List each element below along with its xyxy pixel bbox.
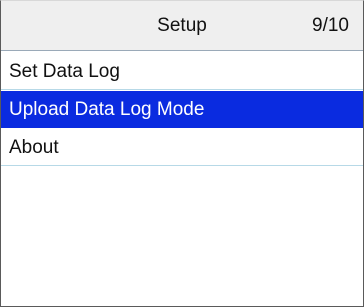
header-bar: Setup 9/10 bbox=[1, 1, 363, 51]
page-title: Setup bbox=[157, 15, 207, 36]
page-indicator: 9/10 bbox=[312, 15, 349, 36]
menu-item-upload-data-log-mode[interactable]: Upload Data Log Mode bbox=[1, 91, 363, 128]
menu-item-set-data-log[interactable]: Set Data Log bbox=[1, 53, 363, 90]
menu-item-about[interactable]: About bbox=[1, 129, 363, 166]
device-screen: Setup 9/10 Set Data Log Upload Data Log … bbox=[0, 0, 364, 307]
